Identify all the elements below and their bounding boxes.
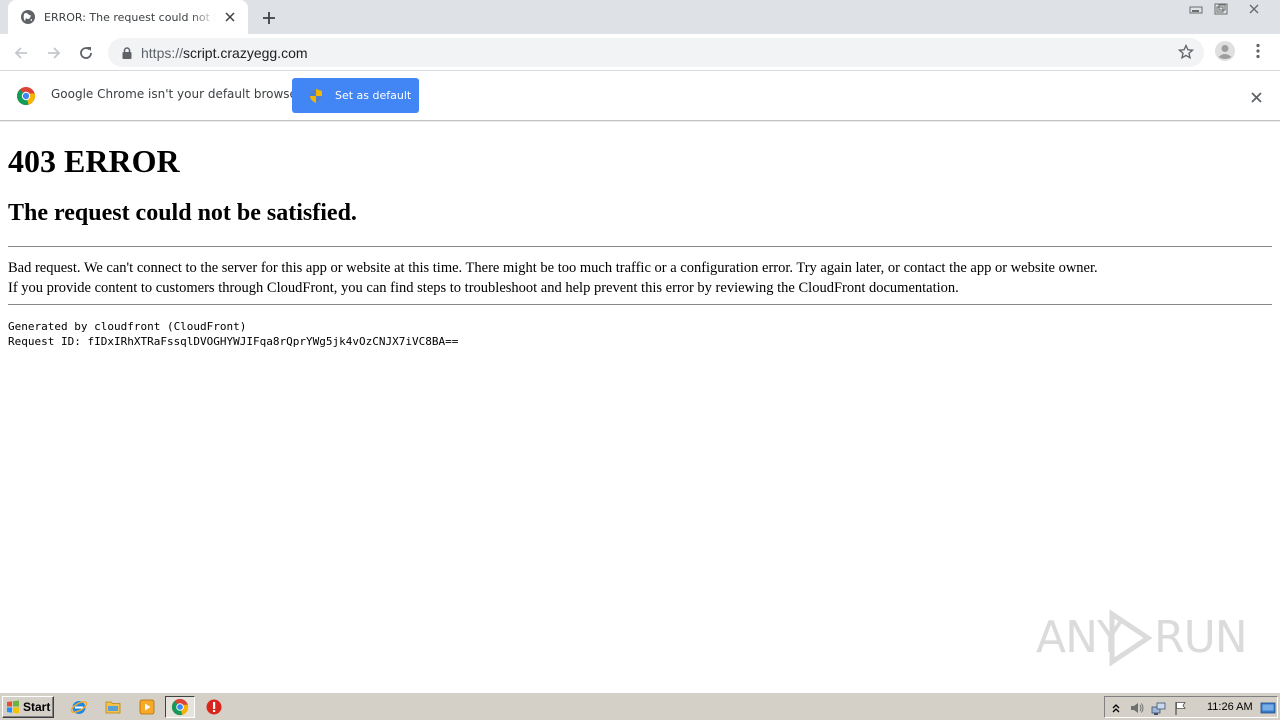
- new-tab-button[interactable]: [258, 7, 280, 29]
- forward-button[interactable]: [41, 40, 67, 66]
- stop-taskbar-button[interactable]: [204, 697, 224, 717]
- divider: [8, 304, 1272, 305]
- back-button[interactable]: [8, 40, 34, 66]
- kebab-menu-button[interactable]: [1250, 41, 1266, 61]
- back-arrow-icon: [14, 47, 27, 59]
- globe-icon: [21, 10, 35, 24]
- explorer-taskbar-button[interactable]: [103, 697, 123, 717]
- generated-by: Generated by cloudfront (CloudFront): [8, 320, 247, 333]
- taskbar-clock: 11:26 AM: [1207, 701, 1253, 713]
- chrome-icon: [171, 698, 189, 716]
- default-browser-infobar: Google Chrome isn't your default browser…: [0, 71, 1280, 121]
- address-bar[interactable]: https://script.crazyegg.com: [108, 38, 1204, 67]
- uac-shield-icon: [310, 88, 322, 103]
- action-center-button[interactable]: [1173, 700, 1189, 716]
- minimize-icon: [1189, 6, 1203, 14]
- restore-button[interactable]: [1208, 0, 1234, 18]
- volume-button[interactable]: [1129, 700, 1145, 716]
- flag-icon: [1175, 702, 1186, 715]
- stop-icon: [206, 699, 222, 715]
- description-line-2: If you provide content to customers thro…: [8, 280, 959, 296]
- divider: [8, 246, 1272, 247]
- ie-icon: [70, 701, 88, 714]
- star-icon[interactable]: [1178, 44, 1194, 60]
- kebab-menu-icon: [1256, 43, 1260, 59]
- chrome-taskbar-button[interactable]: [165, 696, 195, 718]
- network-icon: [1151, 702, 1166, 715]
- media-player-taskbar-button[interactable]: [137, 697, 157, 717]
- error-heading: 403 ERROR: [8, 143, 180, 179]
- anyrun-watermark: ANY RUN: [1036, 604, 1248, 674]
- reload-icon: [80, 47, 92, 59]
- restore-icon: [1214, 3, 1228, 15]
- window-close-button[interactable]: [1234, 0, 1274, 18]
- start-button[interactable]: Start: [2, 696, 54, 718]
- url-host: script.crazyegg.com: [183, 44, 308, 61]
- ie-taskbar-button[interactable]: [69, 697, 89, 717]
- show-desktop-button[interactable]: [1259, 700, 1277, 716]
- reload-button[interactable]: [73, 40, 99, 66]
- taskbar: Start 11:26 AM: [0, 692, 1280, 720]
- close-icon: [1250, 91, 1262, 103]
- lock-icon: [122, 46, 132, 59]
- tray-expand-icon: [1112, 704, 1120, 713]
- tab-strip: ERROR: The request could not be satisfie…: [0, 0, 1280, 34]
- tray-expand-button[interactable]: [1108, 700, 1124, 716]
- network-button[interactable]: [1151, 700, 1167, 716]
- browser-toolbar: https://script.crazyegg.com: [0, 34, 1280, 71]
- address-url: https://script.crazyegg.com: [141, 45, 308, 61]
- tab-title: ERROR: The request could not be satisfie…: [44, 10, 216, 24]
- play-logo-icon: [1109, 609, 1153, 667]
- error-description: Bad request. We can't connect to the ser…: [8, 258, 1098, 298]
- profile-icon[interactable]: [1214, 40, 1236, 62]
- volume-icon: [1131, 703, 1144, 713]
- minimize-button[interactable]: [1183, 0, 1209, 18]
- infobar-message: Google Chrome isn't your default browser: [51, 87, 302, 101]
- set-as-default-label: Set as default: [335, 89, 412, 102]
- error-subheading: The request could not be satisfied.: [8, 200, 357, 226]
- request-id: Request ID: fIDxIRhXTRaFssqlDVOGHYWJIFqa…: [8, 335, 459, 348]
- plus-icon: [263, 12, 275, 24]
- set-as-default-button[interactable]: Set as default: [292, 78, 419, 113]
- start-label: Start: [23, 700, 51, 714]
- description-line-1: Bad request. We can't connect to the ser…: [8, 260, 1098, 276]
- watermark-right-text: RUN: [1154, 612, 1248, 663]
- chrome-logo-icon: [17, 87, 36, 105]
- url-scheme: https://: [141, 44, 184, 61]
- tab-active[interactable]: ERROR: The request could not be satisfie…: [8, 0, 248, 34]
- infobar-close-button[interactable]: [1247, 88, 1265, 106]
- media-player-icon: [139, 699, 155, 715]
- show-desktop-icon: [1260, 702, 1276, 714]
- windows-logo-icon: [7, 700, 19, 714]
- folder-icon: [105, 701, 121, 714]
- window-close-icon: [1249, 4, 1259, 14]
- close-icon[interactable]: [222, 9, 238, 25]
- forward-arrow-icon: [48, 47, 61, 59]
- system-tray: 11:26 AM: [1104, 696, 1278, 718]
- error-details: Generated by cloudfront (CloudFront) Req…: [8, 319, 458, 349]
